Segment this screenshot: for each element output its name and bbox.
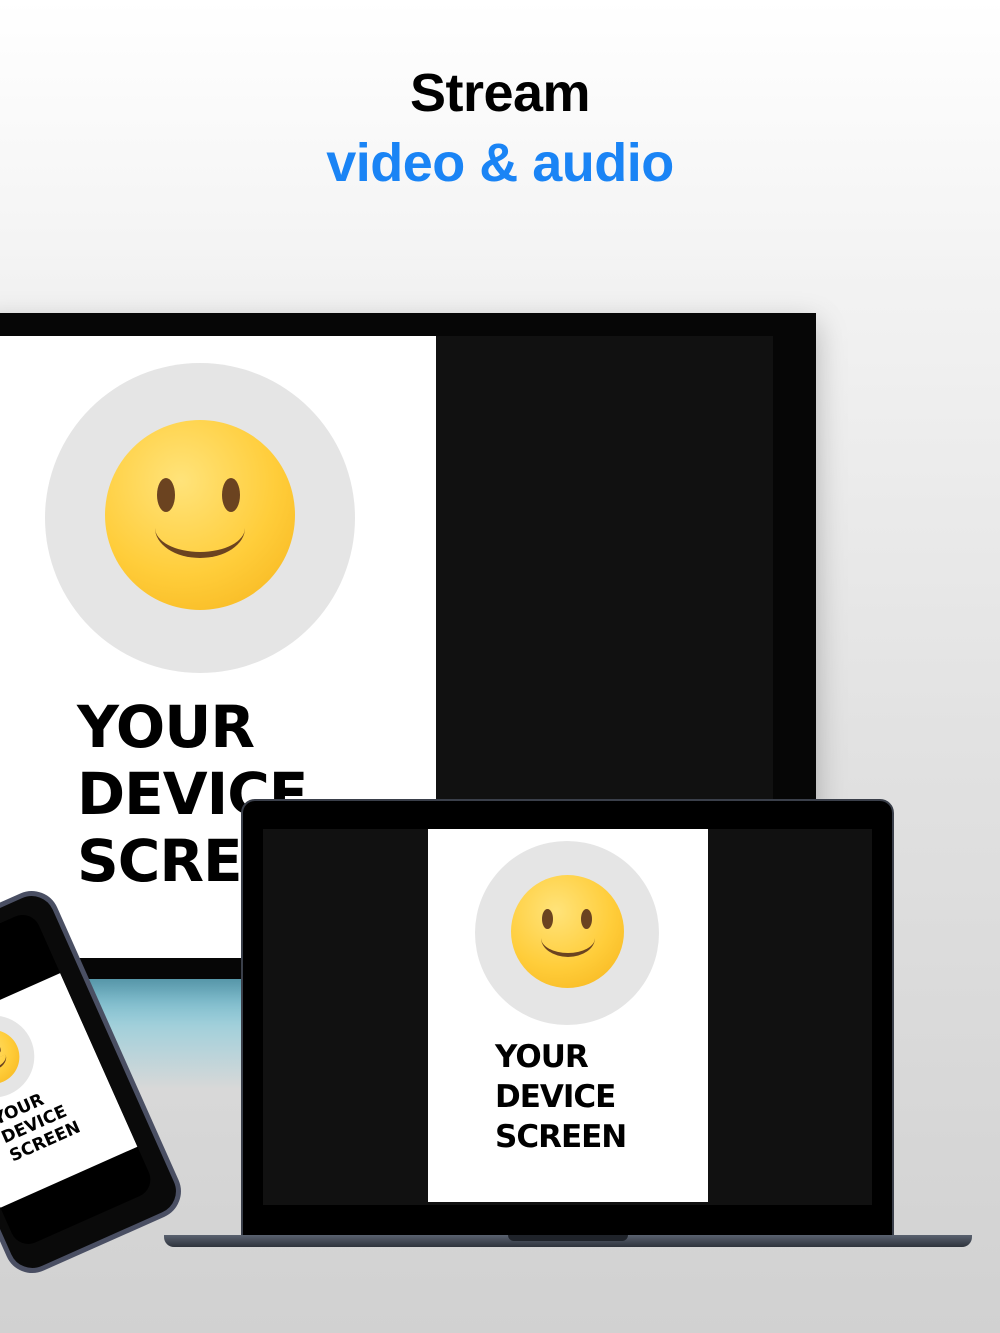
device-label-line1: YOUR bbox=[77, 693, 255, 761]
laptop-screen: YOUR DEVICE SCREEN bbox=[263, 829, 872, 1205]
device-label-line3: SCREEN bbox=[495, 1119, 627, 1155]
emoji-right-eye bbox=[581, 909, 592, 929]
emoji-left-eye bbox=[542, 909, 553, 929]
headline-subtitle: video & audio bbox=[326, 133, 674, 193]
emoji-mouth bbox=[541, 938, 595, 957]
device-screen-label: YOUR DEVICE SCREEN bbox=[0, 1081, 84, 1166]
emoji-mouth bbox=[0, 1054, 10, 1075]
laptop-device: YOUR DEVICE SCREEN bbox=[241, 799, 894, 1239]
device-label-line1: YOUR bbox=[495, 1039, 589, 1075]
emoji-right-eye bbox=[222, 478, 240, 512]
headline: Stream video & audio bbox=[0, 58, 1000, 198]
device-screen-label: YOUR DEVICE SCREEN bbox=[495, 1037, 627, 1157]
smiling-face-emoji-icon bbox=[511, 875, 624, 988]
laptop-notch bbox=[508, 1235, 628, 1241]
device-label-line2: DEVICE bbox=[495, 1079, 616, 1115]
emoji-mouth bbox=[155, 528, 245, 558]
headline-title: Stream bbox=[409, 63, 591, 123]
laptop-mirrored-panel: YOUR DEVICE SCREEN bbox=[428, 829, 708, 1202]
emoji-left-eye bbox=[157, 478, 175, 512]
emoji-right-eye bbox=[0, 1042, 3, 1054]
smiling-face-emoji-icon bbox=[105, 420, 295, 610]
